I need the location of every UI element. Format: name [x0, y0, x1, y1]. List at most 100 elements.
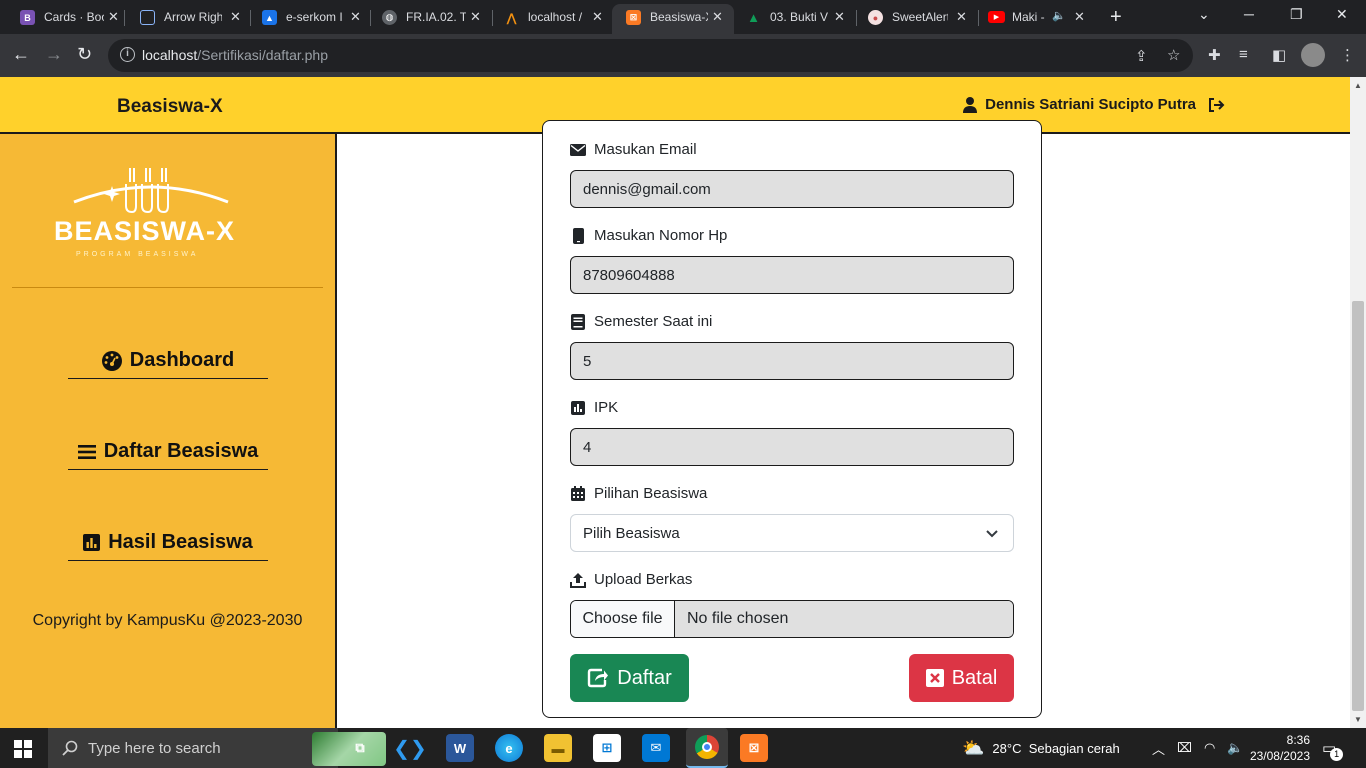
wifi-icon[interactable]: ◠	[1204, 740, 1215, 756]
profile-avatar[interactable]	[1301, 43, 1325, 67]
file-upload-input[interactable]: Choose file No file chosen	[570, 600, 1014, 638]
browser-tab-strip: B Cards · Boo ✕ Arrow Righ ✕ ▲ e-serkom …	[0, 0, 1366, 34]
page-scrollbar[interactable]: ▲ ▼	[1350, 77, 1366, 728]
menu-dots-icon[interactable]: ⋮	[1340, 46, 1355, 64]
tab-search-icon[interactable]: ⌄	[1198, 6, 1210, 23]
mail-icon[interactable]: ✉	[642, 734, 670, 762]
notification-count-badge: 1	[1330, 747, 1344, 761]
site-info-icon[interactable]: i	[120, 47, 135, 62]
extensions-icon[interactable]: ✚	[1208, 46, 1221, 64]
email-field[interactable]: dennis@gmail.com	[570, 170, 1014, 208]
semester-label: Semester Saat ini	[570, 313, 712, 330]
close-tab-icon[interactable]: ✕	[712, 9, 723, 25]
browser-tab[interactable]: ▶ Maki - 🔈 ✕	[968, 4, 1096, 30]
windows-start-icon[interactable]	[14, 740, 32, 758]
speaker-icon[interactable]: 🔈	[1052, 9, 1066, 22]
media-queue-icon[interactable]: ≡	[1239, 46, 1248, 63]
close-tab-icon[interactable]: ✕	[592, 9, 603, 25]
browser-tab-active[interactable]: ⊠ Beasiswa-X ✕	[612, 4, 734, 34]
side-panel-icon[interactable]: ◧	[1272, 46, 1286, 64]
close-window-icon[interactable]: ✕	[1336, 6, 1348, 23]
tab-title: e-serkom I	[286, 10, 343, 24]
xampp-icon[interactable]: ⊠	[740, 734, 768, 762]
reload-icon[interactable]: ↻	[77, 44, 92, 65]
taskbar-search-input[interactable]: Type here to search	[48, 728, 386, 768]
tab-title: FR.IA.02. TI	[406, 10, 466, 24]
user-icon	[963, 96, 978, 113]
file-explorer-icon[interactable]: ▬	[544, 734, 572, 762]
windows-taskbar: Type here to search ⧉ ❮❯ W e ▬ ⊞ ✉ ⊠ ⛅ 2…	[0, 728, 1366, 768]
search-icon	[62, 740, 78, 756]
address-bar[interactable]: i localhost/Sertifikasi/daftar.php ⇪ ☆	[108, 39, 1193, 72]
beasiswa-label: Pilihan Beasiswa	[570, 485, 707, 502]
weather-icon: ⛅	[962, 737, 985, 758]
browser-tab[interactable]: Arrow Righ ✕	[120, 4, 248, 30]
semester-field[interactable]: 5	[570, 342, 1014, 380]
ipk-label: IPK	[570, 399, 618, 416]
copyright-text: Copyright by KampusKu @2023-2030	[32, 612, 303, 629]
task-view-icon[interactable]: ⧉	[346, 734, 374, 762]
store-icon[interactable]: ⊞	[593, 734, 621, 762]
daftar-submit-button[interactable]: Daftar	[570, 654, 689, 702]
globe-icon: ◍	[382, 10, 397, 25]
scroll-down-icon[interactable]: ▼	[1354, 715, 1362, 724]
scroll-thumb[interactable]	[1352, 301, 1364, 711]
back-icon[interactable]: ←	[12, 44, 30, 65]
ipk-field[interactable]: 4	[570, 428, 1014, 466]
beasiswa-select[interactable]: Pilih Beasiswa	[570, 514, 1014, 552]
batal-cancel-button[interactable]: Batal	[909, 654, 1014, 702]
forward-icon[interactable]: →	[45, 44, 63, 65]
bar-chart-icon	[570, 400, 586, 416]
chevron-up-icon[interactable]: ︿	[1152, 739, 1165, 758]
sidebar-item-hasil-beasiswa[interactable]: Hasil Beasiswa	[68, 525, 268, 561]
flag-icon	[140, 10, 155, 25]
choose-file-button[interactable]: Choose file	[571, 601, 675, 637]
sidebar-item-dashboard[interactable]: Dashboard	[68, 343, 268, 379]
browser-tab[interactable]: ▲ e-serkom I ✕	[242, 4, 370, 30]
close-square-icon	[925, 669, 944, 687]
minimize-icon[interactable]: ─	[1244, 6, 1254, 22]
vscode-icon[interactable]: ❮❯	[393, 734, 427, 762]
scroll-up-icon[interactable]: ▲	[1354, 81, 1362, 90]
triangle-icon: ▲	[262, 10, 277, 25]
edge-icon[interactable]: e	[495, 734, 523, 762]
url-text: localhost/Sertifikasi/daftar.php	[142, 47, 329, 63]
browser-tab[interactable]: ● SweetAlert ✕	[848, 4, 976, 30]
bookmark-star-icon[interactable]: ☆	[1167, 46, 1180, 64]
weather-widget[interactable]: ⛅ 28°C Sebagian cerah	[962, 728, 1120, 768]
sidebar-divider	[12, 287, 323, 288]
calendar-icon	[570, 486, 586, 502]
brand-title[interactable]: Beasiswa-X	[117, 96, 223, 118]
close-tab-icon[interactable]: ✕	[350, 9, 361, 25]
close-tab-icon[interactable]: ✕	[470, 9, 481, 25]
close-tab-icon[interactable]: ✕	[956, 9, 967, 25]
logout-icon[interactable]	[1208, 97, 1226, 113]
logo-text: BEASISWA-X	[54, 216, 236, 246]
phone-field[interactable]: 87809604888	[570, 256, 1014, 294]
restore-icon[interactable]: ❐	[1290, 6, 1303, 23]
word-icon[interactable]: W	[446, 734, 474, 762]
share-icon[interactable]: ⇪	[1135, 47, 1148, 65]
close-tab-icon[interactable]: ✕	[230, 9, 241, 25]
camera-icon[interactable]: ⌧	[1177, 740, 1192, 756]
beasiswa-logo: BEASISWA-X PROGRAM BEASISWA	[50, 164, 245, 264]
sidebar-item-daftar-beasiswa[interactable]: Daftar Beasiswa	[68, 434, 268, 470]
browser-tab[interactable]: ⋀ localhost / ✕	[484, 4, 612, 30]
new-tab-button[interactable]: +	[1110, 6, 1122, 29]
browser-tab[interactable]: B Cards · Boo ✕	[0, 4, 122, 30]
upload-label: Upload Berkas	[570, 571, 692, 588]
tab-title: Cards · Boo	[44, 10, 104, 24]
browser-tab[interactable]: ▲ 03. Bukti V ✕	[726, 4, 854, 30]
tab-title: Maki -	[1012, 10, 1045, 24]
close-tab-icon[interactable]: ✕	[834, 9, 845, 25]
browser-toolbar: ← → ↻ i localhost/Sertifikasi/daftar.php…	[0, 34, 1366, 77]
chrome-icon[interactable]	[686, 728, 728, 768]
close-tab-icon[interactable]: ✕	[108, 9, 119, 25]
browser-tab[interactable]: ◍ FR.IA.02. TI ✕	[362, 4, 490, 30]
taskbar-clock[interactable]: 8:36 23/08/2023	[1240, 732, 1310, 764]
notification-center[interactable]: ▭ 1	[1322, 728, 1349, 768]
youtube-icon: ▶	[988, 11, 1005, 23]
logo-subtitle: PROGRAM BEASISWA	[76, 251, 199, 258]
tab-title: Arrow Righ	[164, 10, 222, 24]
close-tab-icon[interactable]: ✕	[1074, 9, 1085, 25]
